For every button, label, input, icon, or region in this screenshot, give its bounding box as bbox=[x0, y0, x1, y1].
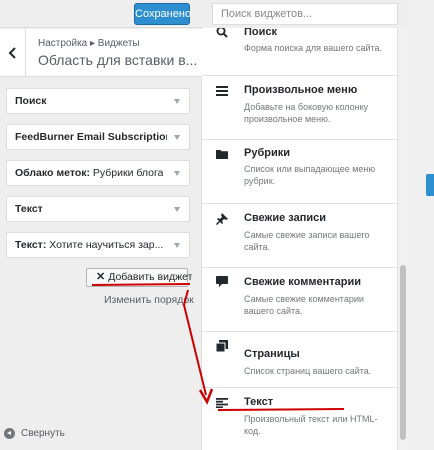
customizer-topbar: Сохранено bbox=[0, 0, 202, 28]
widget-name: Рубрики bbox=[244, 147, 290, 159]
widget-description: Самые свежие записи вашего сайта. bbox=[244, 230, 370, 252]
reorder-link[interactable]: Изменить порядок bbox=[104, 294, 194, 306]
chevron-down-icon[interactable] bbox=[174, 243, 180, 248]
comment-icon bbox=[216, 276, 228, 287]
widget-title: Текст: bbox=[15, 239, 47, 251]
available-widget-text[interactable]: Текст Произвольный текст или HTML-код. bbox=[202, 388, 397, 450]
widget-name: Свежие комментарии bbox=[244, 276, 361, 288]
pages-icon bbox=[216, 340, 228, 352]
add-widget-label: Добавить виджет bbox=[108, 271, 193, 283]
widget-name: Произвольное меню bbox=[244, 84, 358, 96]
widget-name: Свежие записи bbox=[244, 212, 326, 224]
widget-description: Добавьте на боковую колонку произвольное… bbox=[244, 102, 369, 124]
page-title: Область для вставки в... bbox=[38, 52, 198, 68]
collapse-button[interactable]: Свернуть bbox=[4, 428, 65, 439]
customizer-panel: Сохранено Настройка ▸ Виджеты Область дл… bbox=[0, 0, 202, 450]
sidebar-widget-text[interactable]: Текст bbox=[6, 196, 190, 222]
sidebar-widget-search[interactable]: Поиск bbox=[6, 88, 190, 114]
sidebar-widget-text-earn[interactable]: Текст: Хотите научиться зар... bbox=[6, 232, 190, 258]
chevron-left-icon bbox=[8, 47, 16, 59]
saved-button[interactable]: Сохранено bbox=[134, 3, 191, 25]
widget-name: Поиск bbox=[244, 28, 278, 38]
widget-search-input[interactable] bbox=[212, 3, 398, 25]
available-widget-recent-comments[interactable]: Свежие комментарии Самые свежие коммента… bbox=[202, 268, 397, 332]
available-widget-search[interactable]: Поиск Форма поиска для вашего сайта. bbox=[202, 28, 397, 76]
collapse-label: Свернуть bbox=[21, 428, 65, 439]
widget-title: Текст bbox=[15, 203, 43, 215]
available-widget-categories[interactable]: Рубрики Список или выпадающее меню рубри… bbox=[202, 140, 397, 204]
chevron-down-icon[interactable] bbox=[174, 171, 180, 176]
available-widget-custom-menu[interactable]: Произвольное меню Добавьте на боковую ко… bbox=[202, 76, 397, 140]
widget-title: Облако меток: bbox=[15, 167, 90, 179]
widget-description: Список или выпадающее меню рубрик. bbox=[244, 164, 376, 186]
site-preview bbox=[408, 0, 434, 450]
available-widget-recent-posts[interactable]: Свежие записи Самые свежие записи вашего… bbox=[202, 204, 397, 268]
widget-description: Форма поиска для вашего сайта. bbox=[244, 43, 383, 53]
widget-subtitle: Хотите научиться зар... bbox=[49, 239, 164, 251]
chevron-down-icon[interactable] bbox=[174, 207, 180, 212]
widget-title: FeedBurner Email Subscription bbox=[15, 131, 167, 143]
widget-label: Текст: Хотите научиться зар... bbox=[15, 233, 163, 257]
chevron-down-icon[interactable] bbox=[174, 99, 180, 104]
widget-description: Самые свежие комментарии вашего сайта. bbox=[244, 294, 364, 316]
sidebar-widget-feedburner[interactable]: FeedBurner Email Subscription bbox=[6, 124, 190, 150]
sidebar-widget-tag-cloud[interactable]: Облако меток: Рубрики блога bbox=[6, 160, 190, 186]
text-icon bbox=[216, 398, 228, 408]
widget-title: Поиск bbox=[15, 95, 47, 107]
back-button[interactable] bbox=[0, 29, 26, 77]
widget-subtitle: Рубрики блога bbox=[92, 167, 164, 179]
chevron-down-icon[interactable] bbox=[174, 135, 180, 140]
close-icon: ✕ bbox=[96, 271, 106, 283]
menu-icon bbox=[216, 86, 228, 96]
available-widget-pages[interactable]: Страницы Список страниц вашего сайта. bbox=[202, 332, 397, 388]
available-widgets-list: Поиск Форма поиска для вашего сайта. Про… bbox=[202, 28, 398, 450]
widget-name: Текст bbox=[244, 396, 274, 408]
folder-icon bbox=[216, 150, 228, 159]
preview-edit-tab[interactable] bbox=[426, 174, 434, 196]
add-widget-button[interactable]: ✕ Добавить виджет bbox=[86, 268, 192, 287]
breadcrumb: Настройка ▸ Виджеты bbox=[38, 38, 140, 49]
widget-name: Страницы bbox=[244, 348, 300, 360]
search-icon bbox=[216, 28, 228, 38]
widget-description: Список страниц вашего сайта. bbox=[244, 366, 372, 376]
widget-label: Облако меток: Рубрики блога bbox=[15, 161, 163, 185]
widget-description: Произвольный текст или HTML-код. bbox=[244, 414, 378, 436]
section-header: Настройка ▸ Виджеты Область для вставки … bbox=[0, 29, 202, 77]
pin-icon bbox=[216, 213, 228, 225]
widget-list-scrollbar-thumb[interactable] bbox=[400, 265, 406, 440]
collapse-icon bbox=[4, 428, 15, 439]
